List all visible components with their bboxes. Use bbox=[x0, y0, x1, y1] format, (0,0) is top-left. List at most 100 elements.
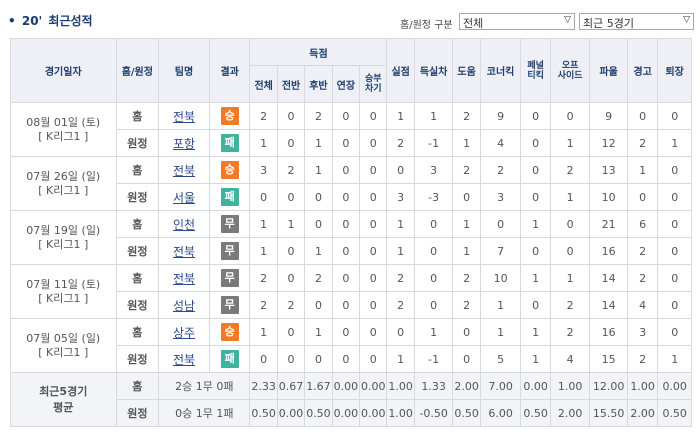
stat-cell: 0.00 bbox=[520, 372, 551, 400]
top-bar: • 20' 최근성적 홈/원정 구분 전체 ▽ 최근 5경기 ▽ bbox=[0, 0, 700, 36]
team-link[interactable]: 서울 bbox=[173, 191, 195, 205]
home-away-cell: 홈 bbox=[115, 264, 160, 292]
range-select-value: 최근 5경기 bbox=[583, 17, 634, 30]
stat-cell: 0 bbox=[452, 345, 481, 373]
stat-cell: 1 bbox=[304, 318, 333, 346]
stat-cell: 0 bbox=[304, 291, 333, 319]
stat-cell: 21 bbox=[589, 210, 628, 238]
game-league: [ K리그1 ] bbox=[38, 345, 89, 359]
stat-cell: 0.50 bbox=[304, 399, 333, 427]
stat-cell: 0 bbox=[452, 318, 481, 346]
header-stat: 퇴장 bbox=[657, 38, 692, 103]
stat-cell: 0 bbox=[276, 237, 306, 265]
stat-cell: 1 bbox=[479, 291, 522, 319]
stat-cell: 2 bbox=[626, 237, 659, 265]
stat-cell: 2 bbox=[452, 156, 481, 184]
stat-cell: 0 bbox=[520, 237, 551, 265]
header-stat: 코너킥 bbox=[479, 38, 522, 103]
stat-cell: -1 bbox=[413, 345, 454, 373]
header-stat: 페널 티킥 bbox=[520, 38, 551, 103]
range-select[interactable]: 최근 5경기 ▽ bbox=[579, 13, 694, 30]
stat-cell: 0 bbox=[331, 345, 361, 373]
stat-cell: 0 bbox=[304, 345, 333, 373]
stat-cell: 2 bbox=[452, 264, 481, 292]
result-cell: 무 bbox=[208, 237, 251, 265]
stat-cell: 0.00 bbox=[657, 372, 692, 400]
result-badge: 패 bbox=[220, 134, 239, 152]
home-away-cell: 원정 bbox=[115, 183, 160, 211]
stat-cell: 1 bbox=[479, 318, 522, 346]
stat-cell: 0 bbox=[359, 129, 388, 157]
recent-results-table: 경기일자 홈/원정 팀명 결과 득점 실점 득실차 도움 코너킥 페널 티킥 오프 사이드 파울 경고 퇴장 전… bbox=[10, 38, 692, 427]
stat-cell: 1 bbox=[304, 156, 333, 184]
stat-cell: 5 bbox=[479, 345, 522, 373]
stat-cell: 0.00 bbox=[359, 372, 388, 400]
team-cell: 포항 bbox=[158, 129, 210, 157]
game-league: [ K리그1 ] bbox=[38, 129, 89, 143]
stat-cell: 0.50 bbox=[249, 399, 278, 427]
stat-cell: 0 bbox=[304, 210, 333, 238]
stat-cell: 15.50 bbox=[589, 399, 628, 427]
team-link[interactable]: 상주 bbox=[173, 326, 195, 340]
result-badge: 승 bbox=[220, 161, 239, 179]
stat-cell: 1 bbox=[520, 318, 551, 346]
stat-cell: 4 bbox=[479, 129, 522, 157]
section-title: • 20' 최근성적 bbox=[8, 12, 93, 29]
stat-cell: 2.00 bbox=[549, 399, 591, 427]
team-cell: 전북 bbox=[158, 237, 210, 265]
team-link[interactable]: 전북 bbox=[173, 164, 195, 178]
stat-cell: 0 bbox=[657, 102, 692, 130]
stat-cell: 3 bbox=[249, 156, 278, 184]
game-date-cell: 07월 11일 (토)[ K리그1 ] bbox=[10, 264, 117, 319]
stat-cell: 1 bbox=[413, 318, 454, 346]
team-link[interactable]: 전북 bbox=[173, 245, 195, 259]
result-badge: 무 bbox=[220, 215, 239, 233]
stat-cell: 0 bbox=[331, 318, 361, 346]
stat-cell: 0.00 bbox=[331, 399, 361, 427]
stat-cell: 2 bbox=[452, 291, 481, 319]
stat-cell: 1 bbox=[304, 237, 333, 265]
stat-cell: -0.50 bbox=[413, 399, 454, 427]
home-away-cell: 원정 bbox=[115, 345, 160, 373]
home-away-cell: 홈 bbox=[115, 156, 160, 184]
stat-cell: 1 bbox=[520, 210, 551, 238]
stat-cell: 0 bbox=[520, 291, 551, 319]
team-link[interactable]: 전북 bbox=[173, 353, 195, 367]
stat-cell: 12.00 bbox=[589, 372, 628, 400]
chevron-down-icon: ▽ bbox=[564, 15, 571, 25]
game-date: 07월 05일 (일) bbox=[26, 331, 101, 345]
result-cell: 패 bbox=[208, 345, 251, 373]
stat-cell: 0 bbox=[386, 156, 415, 184]
team-link[interactable]: 전북 bbox=[173, 110, 195, 124]
stat-cell: 0 bbox=[359, 210, 388, 238]
stat-cell: 1 bbox=[549, 183, 591, 211]
home-away-select-value: 전체 bbox=[463, 17, 484, 30]
team-link[interactable]: 성남 bbox=[173, 299, 195, 313]
team-cell: 전북 bbox=[158, 156, 210, 184]
stat-cell: 1 bbox=[386, 102, 415, 130]
home-away-cell: 홈 bbox=[115, 372, 160, 400]
header-date: 경기일자 bbox=[10, 38, 117, 103]
team-link[interactable]: 인천 bbox=[173, 218, 195, 232]
stat-cell: 0 bbox=[359, 183, 388, 211]
stat-cell: 1 bbox=[249, 129, 278, 157]
header-row: 경기일자 홈/원정 팀명 결과 득점 실점 득실차 도움 코너킥 페널 티킥 오프 사이드 파울 경고 퇴장 bbox=[10, 38, 692, 103]
stat-cell: 0 bbox=[549, 102, 591, 130]
header-stat: 경고 bbox=[626, 38, 659, 103]
team-link[interactable]: 전북 bbox=[173, 272, 195, 286]
team-cell: 전북 bbox=[158, 102, 210, 130]
header-stat: 오프 사이드 bbox=[549, 38, 591, 103]
stat-cell: 1 bbox=[520, 345, 551, 373]
table-row: 07월 11일 (토)[ K리그1 ] 홈 전북 무 2 0 2 0 0 2 0 2 10 1 1 14 2 0 bbox=[10, 264, 692, 319]
stat-cell: 2.33 bbox=[249, 372, 278, 400]
result-cell: 패 bbox=[208, 129, 251, 157]
stat-cell: 2 bbox=[386, 129, 415, 157]
home-away-select[interactable]: 전체 ▽ bbox=[459, 13, 575, 30]
stat-cell: 1 bbox=[386, 345, 415, 373]
stat-cell: 1 bbox=[386, 210, 415, 238]
team-link[interactable]: 포항 bbox=[173, 137, 195, 151]
stat-cell: 1 bbox=[276, 210, 306, 238]
header-goals: 득점 bbox=[249, 38, 388, 66]
game-date-cell: 07월 26일 (일)[ K리그1 ] bbox=[10, 156, 117, 211]
header-goal-sub: 전반 bbox=[276, 65, 306, 103]
